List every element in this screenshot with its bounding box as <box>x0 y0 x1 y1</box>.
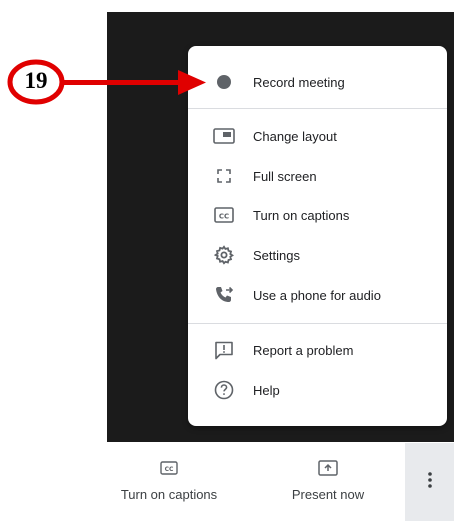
callout-arrow-icon <box>60 70 206 95</box>
more-options-menu: Record meeting Change layout Full screen… <box>188 46 447 426</box>
svg-text:CC: CC <box>165 466 174 473</box>
meeting-screen: Record meeting Change layout Full screen… <box>0 0 454 521</box>
menu-item-label: Full screen <box>253 168 317 184</box>
present-now-button[interactable]: Present now <box>283 447 373 517</box>
phone-icon <box>213 284 235 306</box>
report-icon <box>213 339 235 361</box>
menu-item-label: Change layout <box>253 128 337 144</box>
menu-item-turn-on-captions[interactable]: CC Turn on captions <box>188 196 447 234</box>
menu-item-label: Use a phone for audio <box>253 287 381 303</box>
captions-icon: CC <box>158 457 180 479</box>
present-now-label: Present now <box>291 487 365 502</box>
menu-item-label: Help <box>253 382 280 398</box>
menu-item-full-screen[interactable]: Full screen <box>188 157 447 195</box>
step-number: 19 <box>24 68 48 93</box>
menu-item-settings[interactable]: Settings <box>188 236 447 274</box>
menu-item-label: Report a problem <box>253 342 354 358</box>
menu-item-label: Record meeting <box>253 74 345 90</box>
help-icon <box>213 379 235 401</box>
menu-item-help[interactable]: Help <box>188 371 447 409</box>
gear-icon <box>213 244 235 266</box>
captions-button[interactable]: CC Turn on captions <box>114 447 224 517</box>
menu-item-report-problem[interactable]: Report a problem <box>188 331 447 369</box>
more-options-button[interactable] <box>405 443 454 521</box>
present-icon <box>317 457 339 479</box>
svg-text:CC: CC <box>219 213 229 221</box>
captions-button-label: Turn on captions <box>120 487 218 502</box>
layout-icon <box>213 125 235 147</box>
menu-item-label: Turn on captions <box>253 207 350 223</box>
menu-item-label: Settings <box>253 247 300 263</box>
more-vert-icon <box>427 471 433 494</box>
record-dot-icon <box>213 71 235 93</box>
fullscreen-icon <box>213 165 235 187</box>
menu-item-change-layout[interactable]: Change layout <box>188 117 447 155</box>
menu-divider <box>188 323 447 324</box>
menu-item-record-meeting[interactable]: Record meeting <box>188 63 447 101</box>
menu-divider <box>188 108 447 109</box>
captions-icon: CC <box>213 204 235 226</box>
menu-item-phone-audio[interactable]: Use a phone for audio <box>188 276 447 314</box>
